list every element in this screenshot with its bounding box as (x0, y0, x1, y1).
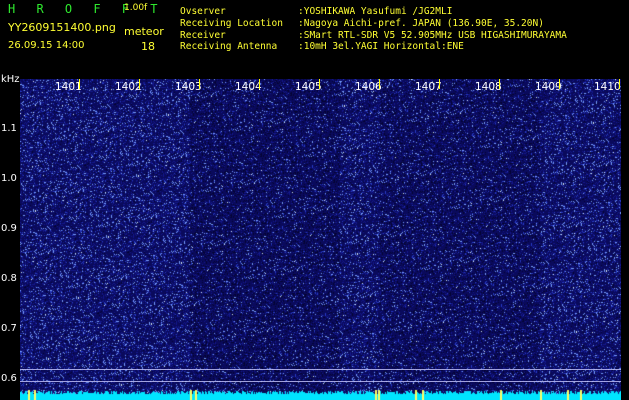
x-tick-label: 1403 (175, 81, 202, 93)
x-tick-label: 1410 (594, 81, 621, 93)
y-tick-label: 1.0 (1, 173, 17, 184)
x-tick-label: 1402 (115, 81, 142, 93)
minute-marker (379, 79, 380, 89)
info-row-receiver: Receiver :SMart RTL-SDR V5 52.905MHz USB … (180, 31, 567, 41)
y-tick-label: 0.7 (1, 323, 17, 334)
spectrogram-canvas (20, 79, 621, 400)
x-tick-label: 1408 (475, 81, 502, 93)
minute-marker (139, 79, 140, 89)
minute-marker (199, 79, 200, 89)
y-axis-unit: kHz (1, 74, 20, 85)
y-tick-label: 1.1 (1, 123, 17, 134)
version-label: 1.00f (124, 3, 148, 13)
reference-line-upper (20, 369, 621, 370)
meteor-label: meteor (124, 25, 164, 38)
info-value: :SMart RTL-SDR V5 52.905MHz USB HIGASHIM… (298, 30, 567, 41)
filename-label: YY2609151400.png (8, 21, 116, 34)
x-tick-label: 1406 (355, 81, 382, 93)
x-tick-label: 1409 (535, 81, 562, 93)
minute-marker (79, 79, 80, 89)
minute-marker (259, 79, 260, 89)
info-row-observer: Ovserver :YOSHIKAWA Yasufumi /JG2MLI (180, 7, 452, 17)
x-tick-label: 1401 (55, 81, 82, 93)
y-tick-label: 0.8 (1, 273, 17, 284)
x-tick-label: 1405 (295, 81, 322, 93)
minute-marker (319, 79, 320, 89)
y-tick-label: 0.9 (1, 223, 17, 234)
info-row-location: Receiving Location :Nagoya Aichi-pref. JA… (180, 19, 544, 29)
header-panel: H R O F F T 1.00f YY2609151400.png meteo… (0, 0, 629, 78)
info-label: Receiver (180, 30, 226, 41)
minute-marker (619, 79, 620, 89)
info-value: :10mH 3el.YAGI Horizontal:ENE (298, 41, 464, 52)
info-value: :Nagoya Aichi-pref. JAPAN (136.90E, 35.2… (298, 18, 544, 29)
y-axis: kHz 1.1 1.0 0.9 0.8 0.7 0.6 (0, 75, 20, 400)
y-tick-label: 0.6 (1, 373, 17, 384)
minute-marker (559, 79, 560, 89)
meteor-count: 18 (141, 40, 155, 53)
x-tick-label: 1407 (415, 81, 442, 93)
datetime-label: 26.09.15 14:00 (8, 40, 85, 51)
info-row-antenna: Receiving Antenna :10mH 3el.YAGI Horizont… (180, 42, 464, 52)
info-value: :YOSHIKAWA Yasufumi /JG2MLI (298, 6, 453, 17)
reference-line-lower (20, 381, 621, 382)
info-label: Receiving Antenna (180, 41, 278, 52)
info-label: Receiving Location (180, 18, 283, 29)
spectrogram-plot[interactable] (20, 79, 621, 400)
right-border (621, 79, 629, 400)
x-tick-label: 1404 (235, 81, 262, 93)
minute-marker (439, 79, 440, 89)
minute-marker (499, 79, 500, 89)
info-label: Ovserver (180, 6, 226, 17)
